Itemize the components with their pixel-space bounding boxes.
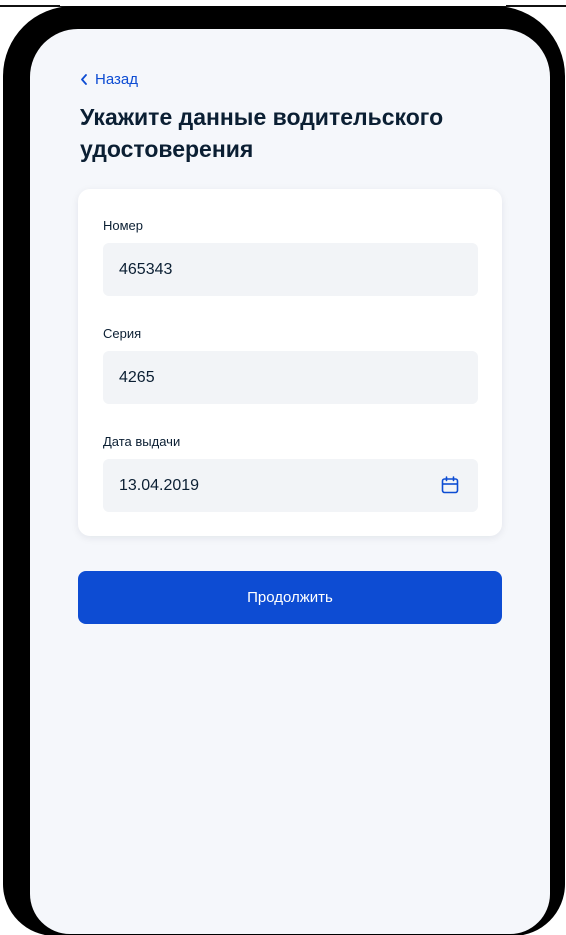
page-title: Укажите данные водительского удостоверен… xyxy=(80,104,444,162)
series-field[interactable]: 4265 xyxy=(103,351,478,404)
issue-date-value: 13.04.2019 xyxy=(119,476,200,494)
issue-date-field[interactable]: 13.04.2019 xyxy=(103,459,478,512)
screenshot-stage: Назад Укажите данные водительского удост… xyxy=(0,0,566,935)
back-link-label: Назад xyxy=(95,71,138,88)
issue-date-label: Дата выдачи xyxy=(103,434,181,449)
series-value: 4265 xyxy=(119,368,155,386)
license-form-card: Номер 465343 Серия 4265 Дата выдачи 13.0… xyxy=(78,189,502,536)
continue-button[interactable]: Продолжить xyxy=(78,571,502,624)
chevron-left-icon xyxy=(81,74,87,85)
number-field[interactable]: 465343 xyxy=(103,243,478,296)
phone-frame: Назад Укажите данные водительского удост… xyxy=(3,6,565,935)
series-label: Серия xyxy=(103,326,142,341)
number-value: 465343 xyxy=(119,260,173,278)
number-label: Номер xyxy=(103,218,144,233)
back-link[interactable]: Назад xyxy=(80,71,138,88)
app-screen: Назад Укажите данные водительского удост… xyxy=(30,29,550,934)
calendar-icon[interactable] xyxy=(440,475,460,495)
